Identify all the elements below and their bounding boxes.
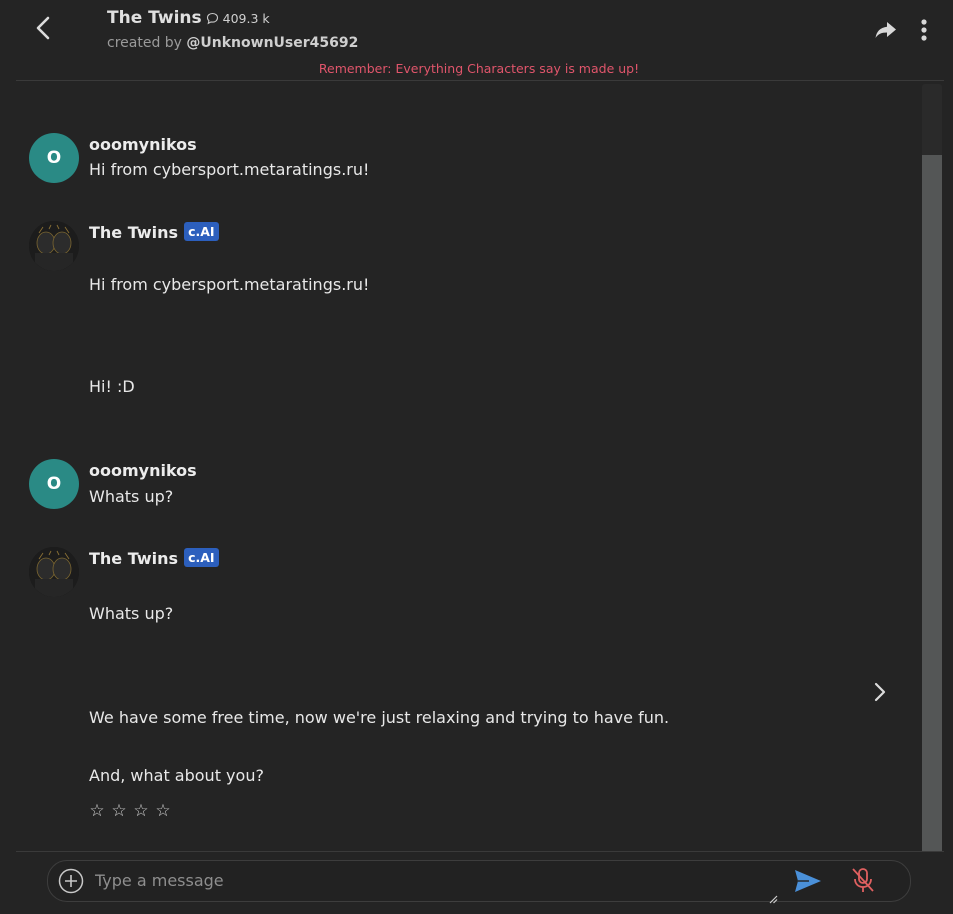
message-text: Whats up? (89, 604, 174, 623)
user-avatar[interactable]: O (29, 133, 79, 183)
message-header: The Twins c.AI (89, 548, 219, 569)
more-options-button[interactable] (913, 15, 935, 45)
message-text: Hi! :D (89, 377, 135, 396)
character-name[interactable]: The Twins (107, 8, 202, 28)
share-button[interactable] (873, 17, 899, 43)
header-divider (16, 80, 944, 81)
message-input[interactable] (95, 866, 765, 894)
plus-circle-icon (58, 868, 84, 894)
vertical-dots-icon (921, 19, 927, 41)
character-avatar[interactable] (29, 547, 79, 597)
next-response-button[interactable] (868, 680, 892, 704)
character-badge: c.AI (184, 548, 219, 567)
message-text: And, what about you? (89, 766, 264, 785)
message-sender: The Twins (89, 223, 179, 242)
creator-line: created by @UnknownUser45692 (107, 35, 358, 51)
send-icon (795, 870, 821, 892)
chat-count: 409.3 k (222, 11, 270, 26)
rating-star-1[interactable]: ☆ (89, 801, 105, 821)
message-sender: ooomynikos (89, 461, 197, 480)
mic-button[interactable] (850, 866, 876, 894)
message-sender: The Twins (89, 549, 179, 568)
avatar-letter: O (46, 148, 62, 168)
character-badge: c.AI (184, 222, 219, 241)
message-text: Hi from cybersport.metaratings.ru! (89, 275, 370, 294)
avatar-letter: O (46, 474, 62, 494)
message-text: Hi from cybersport.metaratings.ru! (89, 160, 370, 179)
chevron-right-icon (874, 682, 886, 702)
share-arrow-icon (875, 22, 896, 38)
rating-star-2[interactable]: ☆ (111, 801, 127, 821)
send-button[interactable] (793, 868, 823, 894)
user-avatar[interactable]: O (29, 459, 79, 509)
rating-star-4[interactable]: ☆ (155, 801, 171, 821)
message-header: The Twins c.AI (89, 222, 219, 243)
created-by-label: created by (107, 35, 187, 51)
creator-link[interactable]: @UnknownUser45692 (186, 35, 358, 51)
message-sender: ooomynikos (89, 135, 197, 154)
scrollbar-thumb[interactable] (922, 155, 942, 851)
chevron-left-icon (36, 16, 50, 40)
chat-bubble-icon (206, 10, 219, 25)
mic-off-icon (852, 868, 874, 892)
character-title-row: The Twins 409.3 k (107, 8, 270, 28)
rating-stars: ☆ ☆ ☆ ☆ (89, 801, 171, 821)
add-button[interactable] (58, 868, 84, 894)
disclaimer-text: Remember: Everything Characters say is m… (318, 61, 640, 76)
message-text: Whats up? (89, 487, 174, 506)
character-avatar[interactable] (29, 221, 79, 271)
composer-divider (16, 851, 944, 852)
resize-handle-icon[interactable] (768, 889, 778, 904)
back-button[interactable] (28, 12, 60, 44)
message-text: We have some free time, now we're just r… (89, 708, 670, 727)
rating-star-3[interactable]: ☆ (133, 801, 149, 821)
